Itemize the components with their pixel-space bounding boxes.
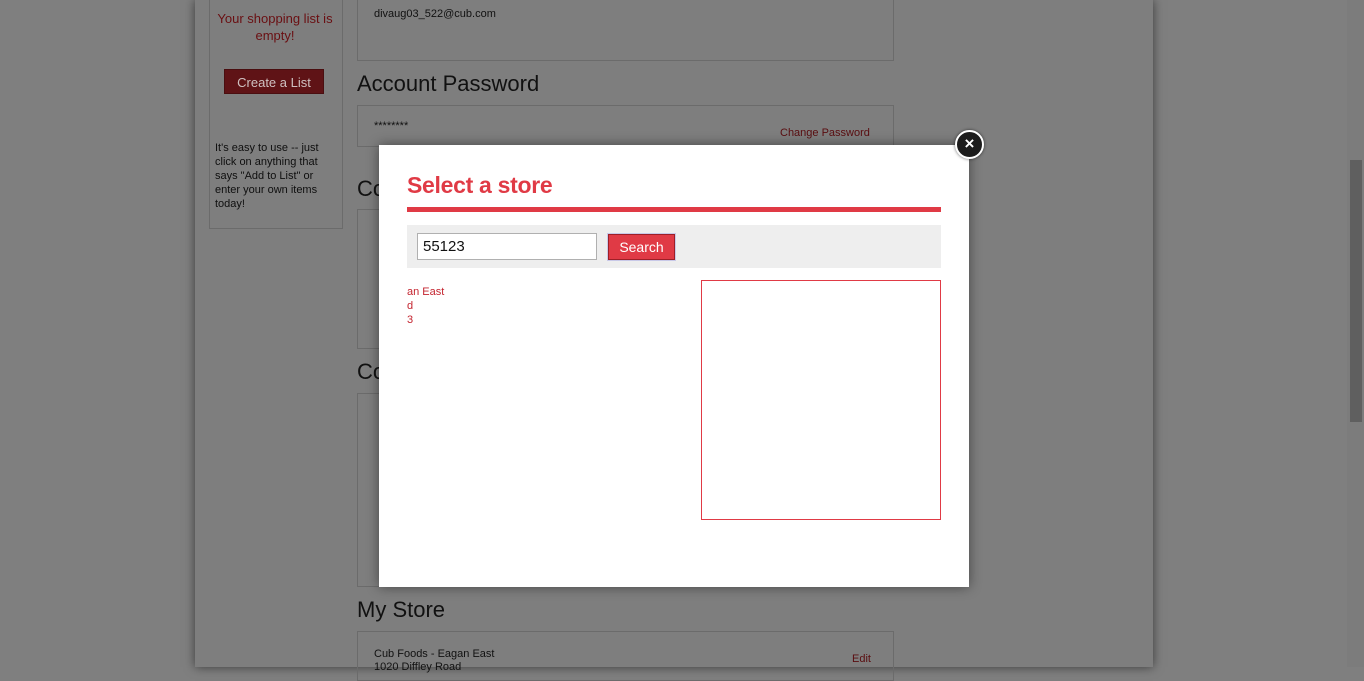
result-line[interactable]: 3 <box>407 313 677 327</box>
empty-list-message: Your shopping list is empty! <box>217 11 333 43</box>
result-line[interactable]: an East <box>407 285 677 299</box>
create-list-button[interactable]: Create a List <box>224 69 324 94</box>
title-divider <box>407 207 941 212</box>
account-password-title: Account Password <box>357 71 540 96</box>
my-store-title: My Store <box>357 597 446 622</box>
my-store-name: Cub Foods - Eagan East <box>374 648 495 660</box>
search-button[interactable]: Search <box>608 234 675 260</box>
account-email: divaug03_522@cub.com <box>374 8 496 20</box>
change-password-link[interactable]: Change Password <box>780 127 870 139</box>
select-store-modal: Select a store Search an East d 3 <box>379 145 969 587</box>
my-store-edit-link[interactable]: Edit <box>852 653 871 665</box>
store-map[interactable] <box>701 280 941 520</box>
my-store-address: 1020 Diffley Road <box>374 661 462 673</box>
shopping-list-help-text: It's easy to use -- just click on anythi… <box>215 142 319 210</box>
store-results-list: an East d 3 <box>407 285 677 327</box>
modal-title: Select a store <box>407 172 553 198</box>
scrollbar-thumb[interactable] <box>1350 160 1362 422</box>
password-mask: ******** <box>374 120 409 132</box>
close-icon[interactable]: × <box>955 130 984 159</box>
password-section-box <box>357 105 894 147</box>
store-search-bar: Search <box>407 225 941 268</box>
result-line[interactable]: d <box>407 299 677 313</box>
zip-code-input[interactable] <box>417 233 597 260</box>
